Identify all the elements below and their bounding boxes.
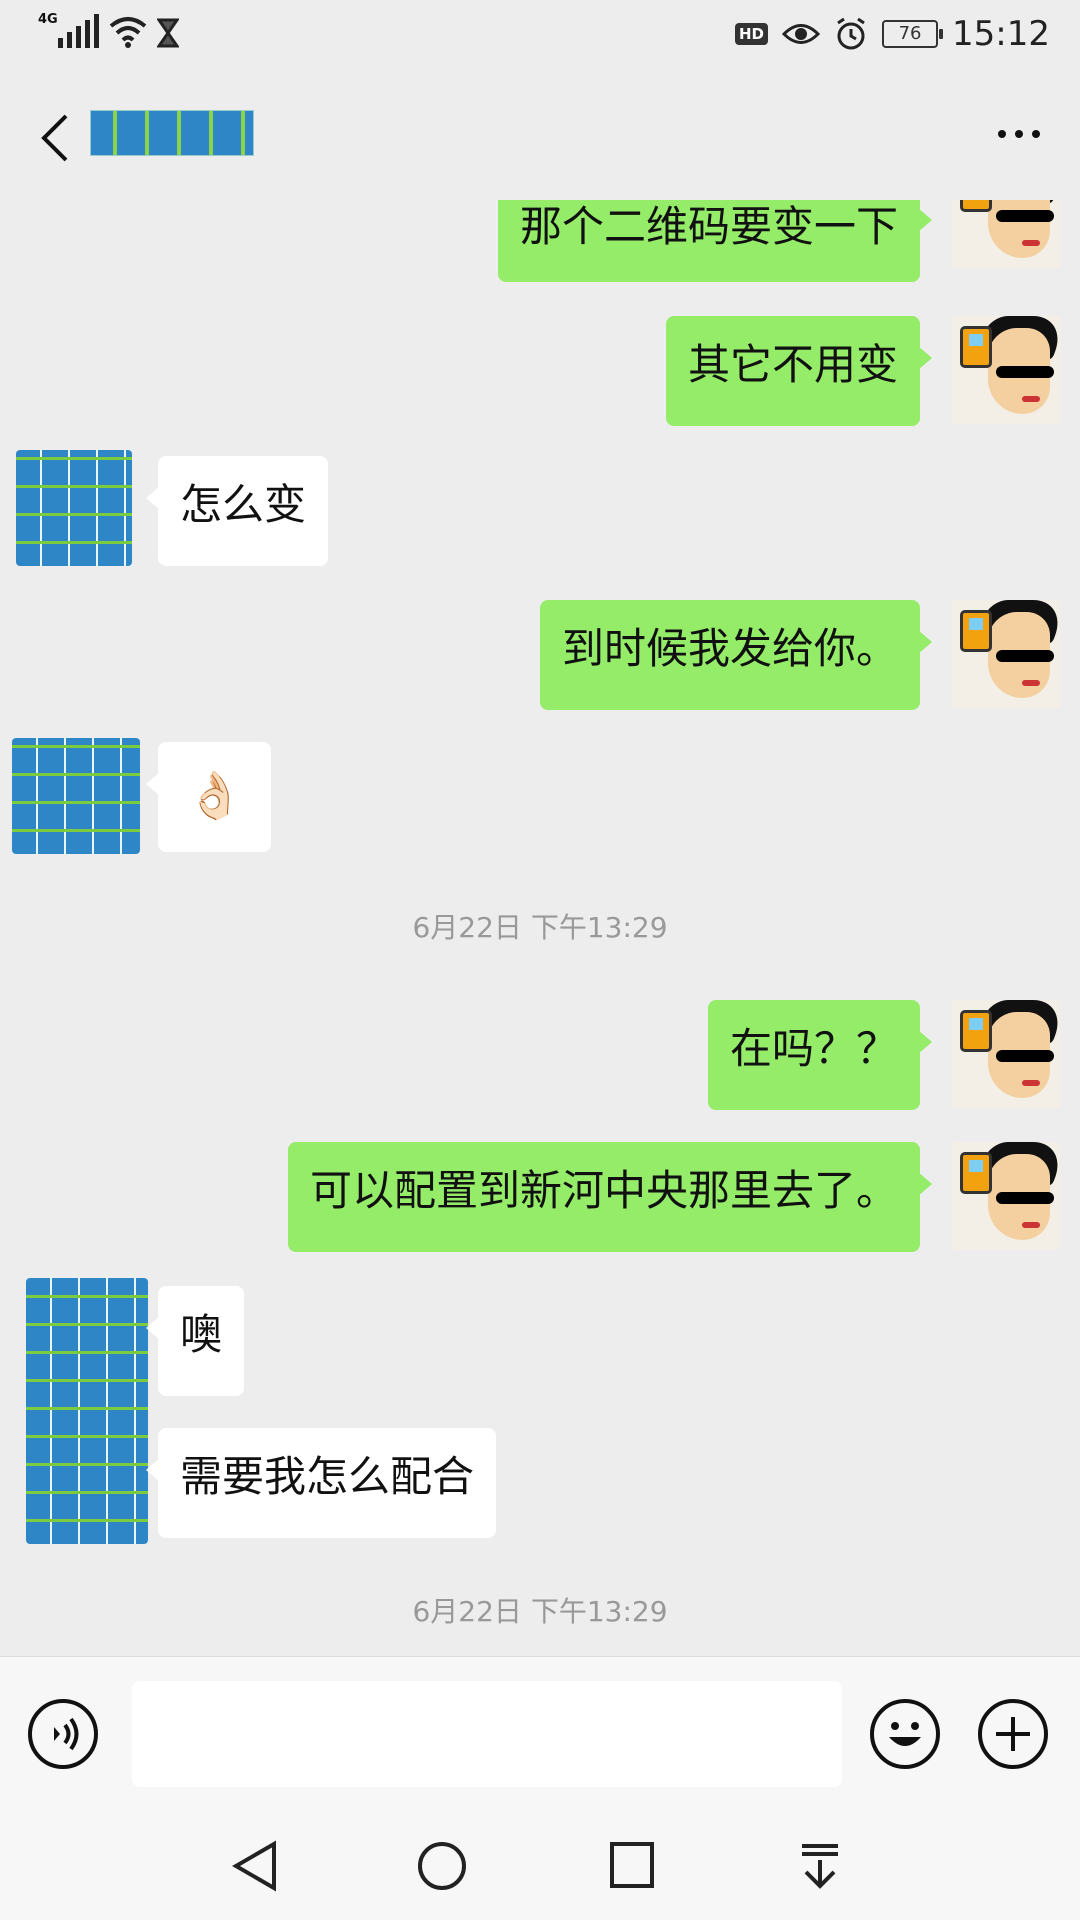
system-navigation-bar <box>0 1800 1080 1920</box>
chat-header <box>0 72 1080 200</box>
contact-avatar[interactable] <box>12 738 140 854</box>
message-timestamp: 6月22日 下午13:29 <box>412 911 668 944</box>
home-circle-icon[interactable] <box>416 1840 468 1892</box>
message-bubble-received[interactable]: 需要我怎么配合 <box>145 1428 497 1538</box>
plus-icon[interactable] <box>978 1699 1048 1769</box>
chat-title-image <box>90 110 254 156</box>
message-bubble-received[interactable]: 噢 <box>145 1286 245 1396</box>
more-horizontal-icon[interactable] <box>998 130 1040 138</box>
status-bar: 4G HD 76 15:12 <box>0 0 1080 72</box>
status-right: HD 76 15:12 <box>735 14 1050 54</box>
battery-icon: 76 <box>882 20 944 48</box>
chat-message-list[interactable]: 那个二维码要变一下 其它不用变 怎么变 到时候我发给你。 👌🏻 6月22日 下午… <box>0 200 1080 1656</box>
contact-avatar[interactable] <box>16 450 132 566</box>
eye-icon <box>782 24 821 44</box>
message-bubble-received[interactable]: 怎么变 <box>145 456 329 566</box>
voice-icon[interactable] <box>28 1699 98 1769</box>
network-type: 4G <box>38 12 58 27</box>
message-bubble-sent[interactable]: 到时候我发给你。 <box>539 600 933 710</box>
message-bubble-sent[interactable]: 那个二维码要变一下 <box>497 200 933 282</box>
message-input[interactable] <box>132 1681 842 1787</box>
emoji-icon[interactable] <box>870 1699 940 1769</box>
signal-icon <box>58 14 99 48</box>
alarm-icon <box>837 17 865 50</box>
back-triangle-icon[interactable] <box>230 1840 280 1892</box>
clock: 15:12 <box>952 14 1050 54</box>
message-timestamp: 6月22日 下午13:29 <box>412 1595 668 1628</box>
message-bubble-sent[interactable]: 可以配置到新河中央那里去了。 <box>287 1142 933 1252</box>
message-input-bar <box>0 1656 1080 1801</box>
hourglass-icon <box>157 18 179 48</box>
message-bubble-sent[interactable]: 其它不用变 <box>665 316 933 426</box>
status-left: 4G <box>38 12 179 48</box>
my-avatar[interactable] <box>952 1000 1060 1108</box>
chevron-left-icon[interactable] <box>36 112 76 164</box>
recents-square-icon[interactable] <box>608 1840 656 1890</box>
my-avatar[interactable] <box>952 200 1060 268</box>
notification-pulldown-icon[interactable] <box>796 1840 844 1892</box>
hd-badge: HD <box>735 23 769 45</box>
contact-avatar[interactable] <box>26 1278 148 1544</box>
my-avatar[interactable] <box>952 1142 1060 1250</box>
message-bubble-received-emoji[interactable]: 👌🏻 <box>145 742 272 852</box>
my-avatar[interactable] <box>952 600 1060 708</box>
message-bubble-sent[interactable]: 在吗？？ <box>707 1000 933 1110</box>
my-avatar[interactable] <box>952 316 1060 424</box>
wifi-icon <box>109 17 147 48</box>
